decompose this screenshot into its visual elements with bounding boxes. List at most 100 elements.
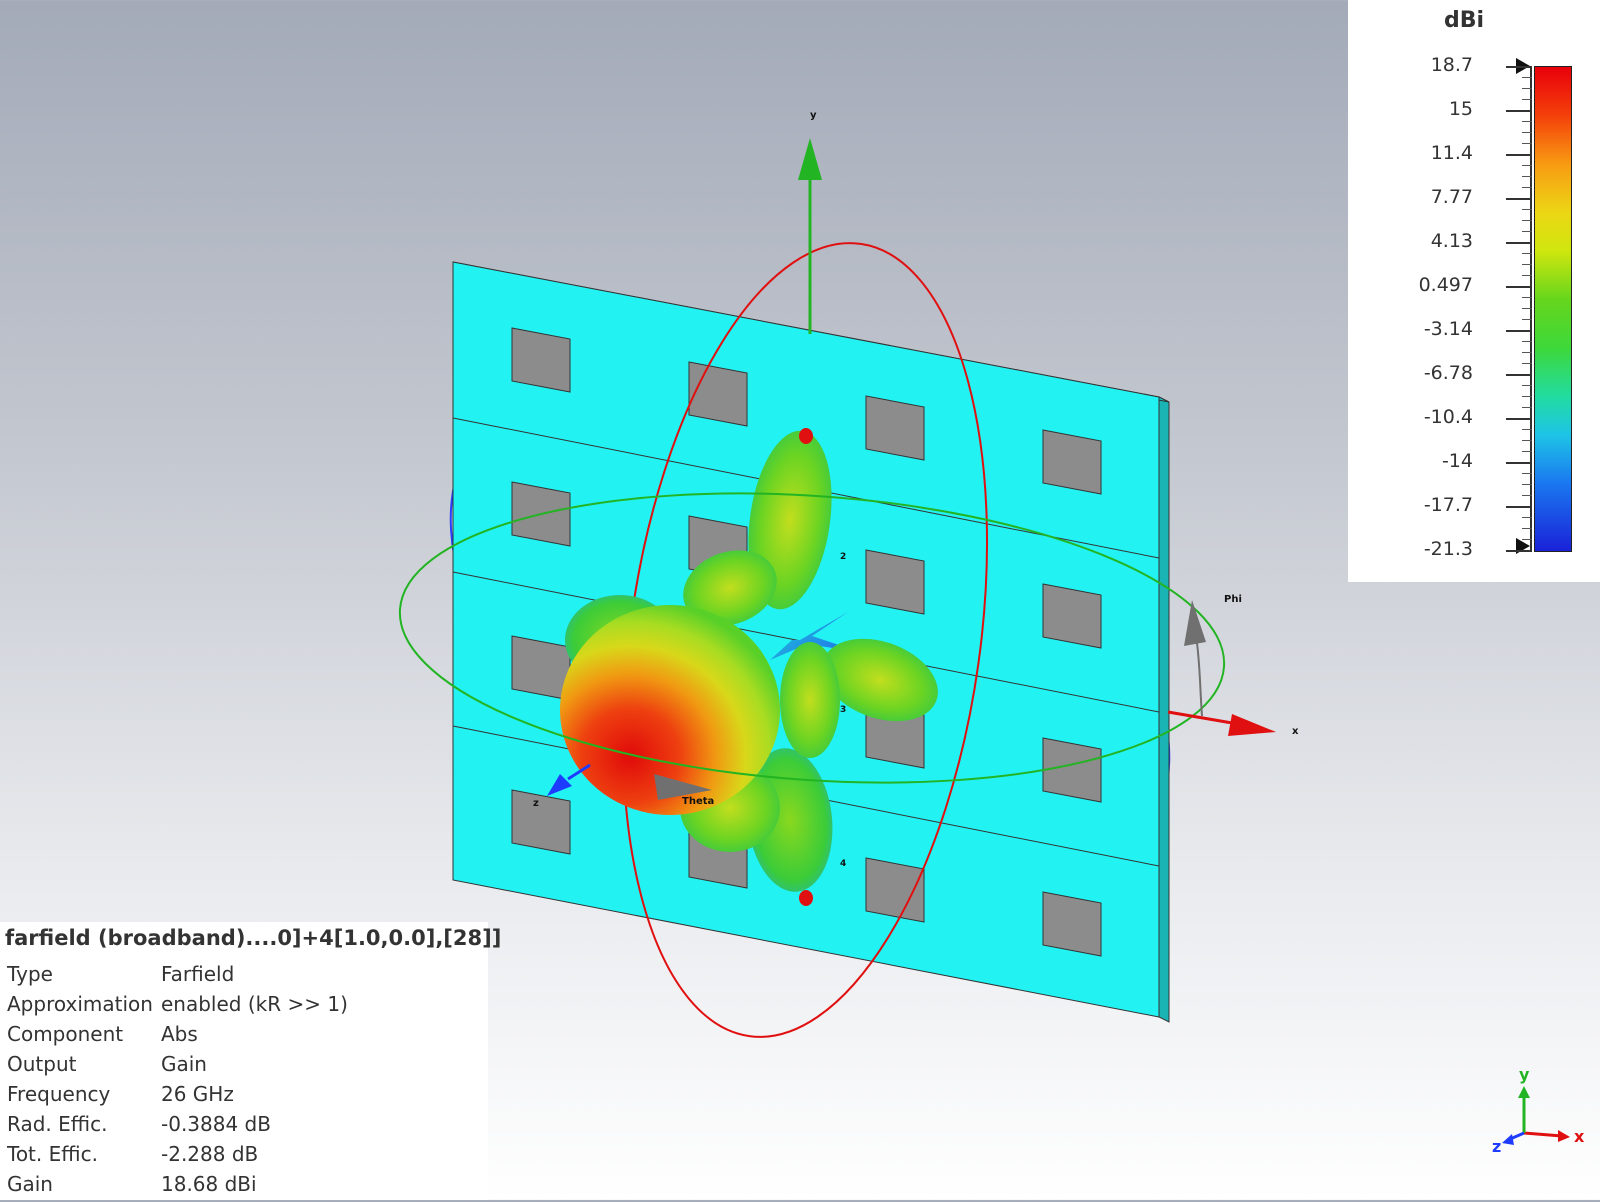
legend-tick-label: -10.4 (1423, 406, 1473, 428)
legend-minor-tick (1522, 220, 1532, 221)
info-value: 26 GHz (161, 1082, 234, 1106)
legend-tick-mark (1506, 374, 1532, 376)
legend-minor-tick (1522, 99, 1532, 100)
legend-tick-label: 0.497 (1418, 274, 1473, 296)
patch (511, 789, 571, 855)
inner-lobe (780, 642, 840, 758)
info-row-frequency: Frequency 26 GHz (7, 1082, 487, 1112)
legend-minor-tick (1522, 297, 1532, 298)
legend-tick-label: -6.78 (1423, 362, 1473, 384)
legend-tick-mark (1506, 330, 1532, 332)
legend-tick-label: -3.14 (1423, 318, 1473, 340)
legend-minor-tick (1522, 253, 1532, 254)
legend-minor-tick (1522, 539, 1532, 540)
patch (511, 635, 571, 701)
farfield-title: farfield (broadband)....0]+4[1.0,0.0],[2… (5, 926, 502, 950)
phi-arrow (1184, 600, 1206, 646)
x-axis-label: x (1292, 726, 1299, 737)
info-value: -2.288 dB (161, 1142, 259, 1166)
legend-minor-tick (1522, 165, 1532, 166)
legend-tick-label: 4.13 (1430, 230, 1473, 252)
substrate-edge (1158, 396, 1170, 1023)
legend-tick-label: -17.7 (1423, 494, 1473, 516)
legend-scale-line (1530, 66, 1532, 552)
port-label: 4 (840, 859, 846, 869)
legend-minor-tick (1522, 451, 1532, 452)
legend-minor-tick (1522, 352, 1532, 353)
patch (865, 549, 925, 615)
legend-minor-tick (1522, 308, 1532, 309)
legend-tick-label: 11.4 (1430, 142, 1473, 164)
patch (688, 361, 748, 427)
triad-x-label: x (1574, 1127, 1585, 1146)
color-legend: dBi 18.7 15 11.4 7.77 4.13 0.497 -3.14 -… (1348, 0, 1600, 582)
info-value: Gain (161, 1052, 207, 1076)
triad-x-arrow (1558, 1130, 1570, 1142)
red-marker (799, 890, 813, 906)
legend-tick-label: 7.77 (1430, 186, 1473, 208)
legend-minor-tick (1522, 187, 1532, 188)
legend-minor-tick (1522, 473, 1532, 474)
legend-tick-mark (1506, 286, 1532, 288)
legend-minor-tick (1522, 495, 1532, 496)
info-key: Gain (7, 1172, 53, 1196)
farfield-info-panel: farfield (broadband)....0]+4[1.0,0.0],[2… (0, 922, 501, 1202)
triad-y-label: y (1519, 1065, 1530, 1084)
y-axis-arrow (798, 138, 822, 180)
red-marker (799, 428, 813, 444)
info-row-output: Output Gain (7, 1052, 487, 1082)
legend-minor-tick (1522, 176, 1532, 177)
info-row-rad-effic: Rad. Effic. -0.3884 dB (7, 1112, 487, 1142)
triad-z-arrow (1502, 1134, 1514, 1145)
phi-label: Phi (1224, 594, 1242, 605)
patch (511, 327, 571, 393)
info-value: -0.3884 dB (161, 1112, 271, 1136)
legend-tick-label: -21.3 (1423, 538, 1473, 560)
legend-tick-label: 18.7 (1430, 54, 1473, 76)
info-value: Abs (161, 1022, 198, 1046)
z-axis-label: z (533, 798, 539, 809)
legend-minor-tick (1522, 264, 1532, 265)
legend-tick-mark (1506, 462, 1532, 464)
y-axis-label: y (810, 110, 817, 121)
phi-arc (1195, 635, 1203, 717)
x-axis-line (1167, 710, 1239, 726)
info-value: 18.68 dBi (161, 1172, 257, 1196)
legend-tick-mark (1506, 506, 1532, 508)
patch (865, 395, 925, 461)
x-axis-arrow (1228, 714, 1276, 736)
info-row-type: Type Farfield (7, 962, 487, 992)
legend-minor-tick (1522, 77, 1532, 78)
legend-minor-tick (1522, 396, 1532, 397)
patch (1042, 429, 1102, 495)
info-key: Tot. Effic. (7, 1142, 98, 1166)
legend-minor-tick (1522, 231, 1532, 232)
info-key: Approximation (7, 992, 153, 1016)
legend-tick-mark (1506, 198, 1532, 200)
legend-minor-tick (1522, 341, 1532, 342)
legend-minor-tick (1522, 363, 1532, 364)
legend-minor-tick (1522, 407, 1532, 408)
legend-minor-tick (1522, 121, 1532, 122)
info-key: Frequency (7, 1082, 111, 1106)
legend-tick-mark (1506, 110, 1532, 112)
info-value: enabled (kR >> 1) (161, 992, 348, 1016)
info-key: Output (7, 1052, 77, 1076)
info-row-component: Component Abs (7, 1022, 487, 1052)
legend-tick-mark (1506, 418, 1532, 420)
patch (865, 857, 925, 923)
legend-minor-tick (1522, 132, 1532, 133)
info-row-approximation: Approximation enabled (kR >> 1) (7, 992, 487, 1022)
info-row-gain: Gain 18.68 dBi (7, 1172, 487, 1202)
port-label: 2 (840, 552, 846, 562)
legend-color-bar (1534, 66, 1572, 552)
info-value: Farfield (161, 962, 235, 986)
info-row-tot-effic: Tot. Effic. -2.288 dB (7, 1142, 487, 1172)
legend-minor-tick (1522, 88, 1532, 89)
legend-tick-mark (1506, 154, 1532, 156)
legend-minor-tick (1522, 209, 1532, 210)
theta-label: Theta (682, 796, 714, 807)
legend-minor-tick (1522, 143, 1532, 144)
info-key: Rad. Effic. (7, 1112, 108, 1136)
triad-z-label: z (1492, 1137, 1501, 1156)
